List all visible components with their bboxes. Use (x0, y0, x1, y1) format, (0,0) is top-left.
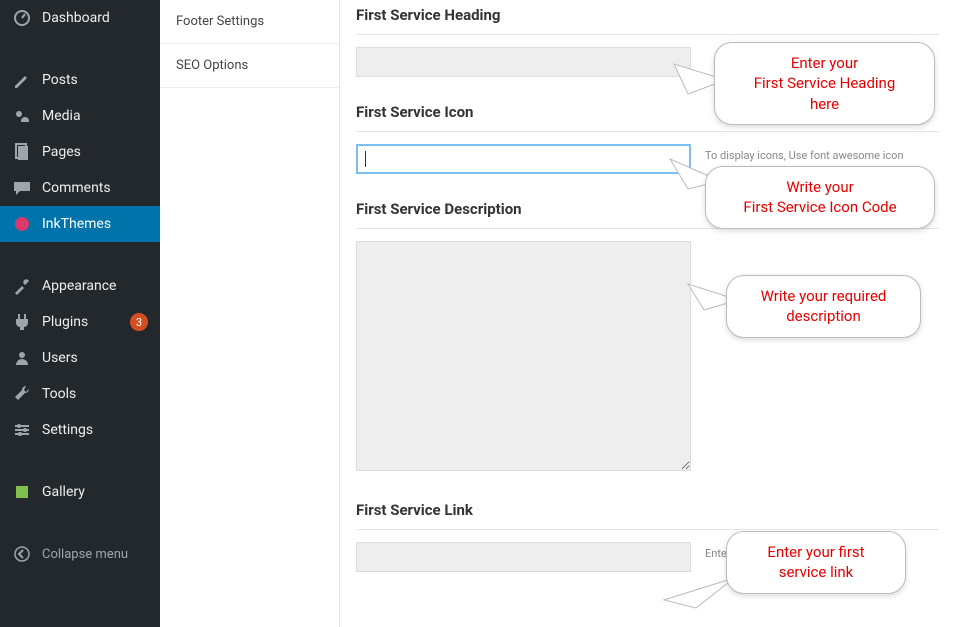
inkthemes-icon (12, 214, 32, 234)
sidebar-label-settings: Settings (42, 422, 148, 438)
sidebar-collapse-menu[interactable]: Collapse menu (0, 536, 160, 572)
sidebar-label-plugins: Plugins (42, 314, 120, 330)
divider (356, 34, 939, 35)
sidebar-label-posts: Posts (42, 72, 148, 88)
sidebar-item-appearance[interactable]: Appearance (0, 268, 160, 304)
plugins-update-badge: 3 (130, 313, 148, 331)
option-footer-settings[interactable]: Footer Settings (160, 0, 339, 44)
first-service-heading-input[interactable] (356, 47, 691, 77)
callout-icon: Write yourFirst Service Icon Code (705, 166, 935, 229)
sidebar-item-dashboard[interactable]: Dashboard (0, 0, 160, 36)
separator (0, 453, 160, 469)
options-column: Footer Settings SEO Options (160, 0, 340, 627)
separator (0, 41, 160, 57)
callout-text: Enter yourFirst Service Headinghere (754, 54, 896, 113)
sidebar-item-media[interactable]: Media (0, 98, 160, 134)
plugins-icon (12, 312, 32, 332)
first-service-description-textarea[interactable] (356, 241, 691, 471)
callout-text: Write your requireddescription (761, 287, 887, 325)
sidebar-item-settings[interactable]: Settings (0, 412, 160, 448)
field-first-service-description: First Service Description (356, 200, 939, 475)
callout-description: Write your requireddescription (726, 275, 921, 338)
sidebar-label-pages: Pages (42, 144, 148, 160)
sidebar-label-inkthemes: InkThemes (42, 216, 148, 232)
settings-icon (12, 420, 32, 440)
sidebar-item-comments[interactable]: Comments (0, 170, 160, 206)
first-service-icon-input[interactable] (356, 144, 691, 174)
divider (356, 529, 939, 530)
callout-link: Enter your firstservice link (726, 531, 906, 594)
callout-text: Enter your firstservice link (767, 543, 864, 581)
sidebar-item-plugins[interactable]: Plugins 3 (0, 304, 160, 340)
first-service-link-input[interactable] (356, 542, 691, 572)
field-hint (705, 241, 939, 245)
callout-text: Write yourFirst Service Icon Code (743, 178, 896, 216)
pages-icon (12, 142, 32, 162)
sidebar-label-comments: Comments (42, 180, 148, 196)
collapse-icon (12, 544, 32, 564)
sidebar-label-collapse: Collapse menu (42, 547, 148, 562)
wp-admin-sidebar: Dashboard Posts Media Pages Comments (0, 0, 160, 627)
tools-icon (12, 384, 32, 404)
comments-icon (12, 178, 32, 198)
sidebar-item-users[interactable]: Users (0, 340, 160, 376)
separator (0, 515, 160, 531)
sidebar-item-pages[interactable]: Pages (0, 134, 160, 170)
divider (356, 131, 939, 132)
sidebar-label-tools: Tools (42, 386, 148, 402)
sidebar-item-inkthemes[interactable]: InkThemes (0, 206, 160, 242)
callout-heading: Enter yourFirst Service Headinghere (714, 42, 935, 125)
sidebar-item-gallery[interactable]: Gallery (0, 474, 160, 510)
text-caret (365, 151, 366, 167)
separator (0, 247, 160, 263)
users-icon (12, 348, 32, 368)
sidebar-item-tools[interactable]: Tools (0, 376, 160, 412)
dashboard-icon (12, 8, 32, 28)
posts-icon (12, 70, 32, 90)
sidebar-label-users: Users (42, 350, 148, 366)
appearance-icon (12, 276, 32, 296)
sidebar-label-dashboard: Dashboard (42, 10, 148, 26)
sidebar-label-appearance: Appearance (42, 278, 148, 294)
option-seo-options[interactable]: SEO Options (160, 44, 339, 88)
field-label: First Service Link (356, 501, 939, 519)
media-icon (12, 106, 32, 126)
field-label: First Service Heading (356, 6, 939, 24)
sidebar-item-posts[interactable]: Posts (0, 62, 160, 98)
sidebar-label-media: Media (42, 108, 148, 124)
field-hint: To display icons, Use font awesome icon (705, 144, 939, 163)
sidebar-label-gallery: Gallery (42, 484, 148, 500)
gallery-icon (12, 482, 32, 502)
